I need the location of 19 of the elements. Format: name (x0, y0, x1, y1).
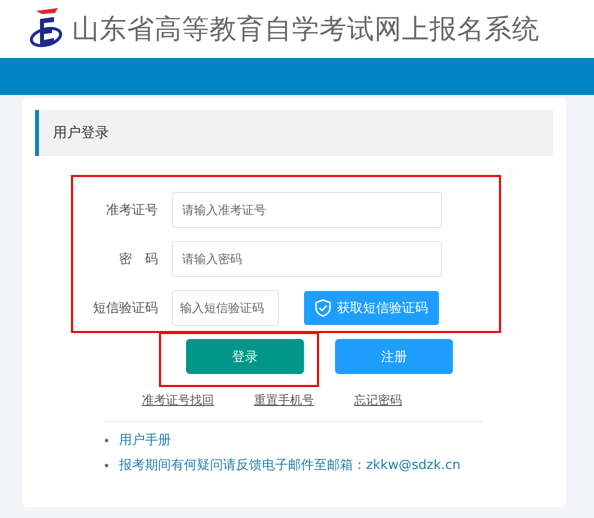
shield-check-icon (315, 299, 331, 317)
site-title: 山东省高等教育自学考试网上报名系统 (72, 13, 540, 47)
register-button[interactable]: 注册 (335, 339, 453, 374)
login-button[interactable]: 登录 (186, 339, 304, 374)
note-link[interactable]: 用户手册 (119, 432, 172, 450)
input-field[interactable]: 请输入准考证号 (172, 192, 442, 228)
bullet: • (103, 432, 110, 448)
link[interactable]: 忘记密码 (354, 392, 402, 409)
note-link[interactable]: 报考期间有何疑问请反馈电子邮件至邮箱：zkkw@sdzk.cn (119, 456, 460, 474)
field-label: 准考证号 (105, 202, 159, 219)
link[interactable]: 重置手机号 (254, 392, 314, 409)
input-field[interactable]: 输入短信验证码 (172, 290, 279, 326)
field-label: 密 码 (118, 251, 159, 268)
sms-code-button[interactable]: 获取短信验证码 (304, 291, 439, 325)
panel-title: 用户登录 (53, 124, 109, 142)
field-label: 短信验证码 (92, 300, 159, 317)
bullet: • (103, 458, 110, 474)
link[interactable]: 准考证号找回 (142, 392, 214, 409)
input-field[interactable]: 请输入密码 (172, 241, 442, 277)
